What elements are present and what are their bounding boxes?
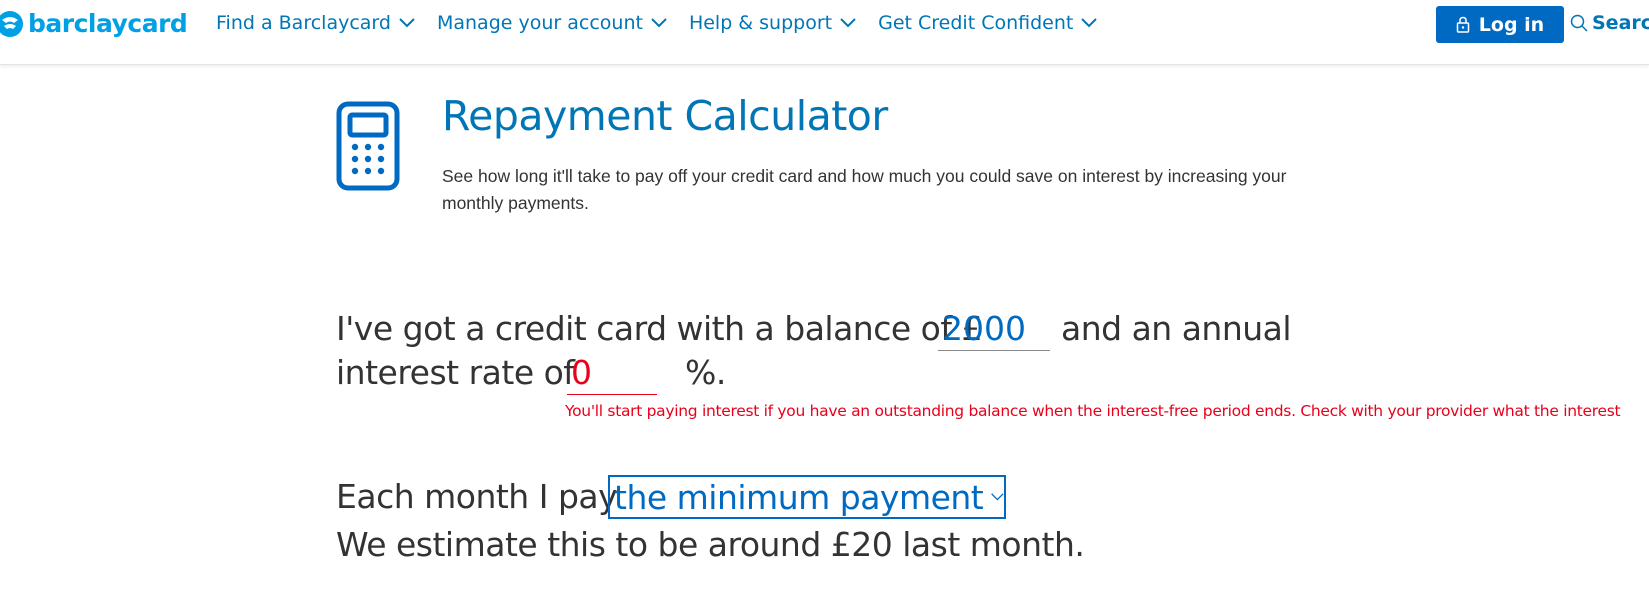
chevron-down-icon — [1081, 18, 1098, 28]
interest-rate-input[interactable] — [567, 351, 657, 395]
barclaycard-logo[interactable]: barclaycard — [0, 9, 188, 39]
lock-icon — [1456, 16, 1470, 33]
search-link[interactable]: Search — [1570, 12, 1649, 34]
nav-label: Help & support — [688, 12, 833, 34]
chevron-down-icon — [651, 18, 667, 28]
balance-input[interactable] — [938, 307, 1050, 351]
sentence-balance-prefix: I've got a credit card with a balance of… — [336, 309, 982, 348]
interest-rate-error: You'll start paying interest if you have… — [565, 402, 1621, 420]
payment-select-value: the minimum payment — [614, 477, 984, 517]
chevron-down-icon — [399, 18, 415, 28]
payment-estimate: We estimate this to be around £20 last m… — [336, 525, 1085, 564]
intro-text: See how long it'll take to pay off your … — [442, 166, 1287, 213]
calculator-icon — [336, 101, 400, 191]
nav-find-a-barclaycard[interactable]: Find a Barclaycard — [216, 12, 415, 34]
sentence-balance-suffix: and an annual — [1061, 309, 1292, 348]
sentence-rate-prefix: interest rate of — [336, 353, 575, 392]
nav-help-and-support[interactable]: Help & support — [689, 12, 856, 34]
login-label: Log in — [1478, 13, 1545, 36]
chevron-down-icon — [840, 18, 856, 28]
site-header: barclaycard Find a Barclaycard Manage yo… — [0, 0, 1649, 65]
nav-label: Manage your account — [436, 12, 643, 34]
nav-label: Find a Barclaycard — [216, 12, 391, 34]
login-button[interactable]: Log in — [1436, 6, 1564, 43]
sentence-rate-suffix: %. — [685, 353, 726, 392]
search-label: Search — [1592, 12, 1649, 34]
nav-get-credit-confident[interactable]: Get Credit Confident — [878, 12, 1098, 34]
search-icon — [1570, 14, 1588, 32]
payment-type-select[interactable]: the minimum payment — [608, 475, 1006, 519]
main-nav: Find a Barclaycard Manage your account H… — [216, 12, 1119, 34]
page-title: Repayment Calculator — [442, 92, 888, 140]
chevron-down-icon — [991, 493, 1004, 501]
barclaycard-logo-icon — [0, 11, 23, 37]
sentence-payment-prefix: Each month I pay — [336, 477, 618, 516]
nav-label: Get Credit Confident — [878, 12, 1074, 34]
logo-text: barclaycard — [28, 9, 188, 38]
nav-manage-your-account[interactable]: Manage your account — [437, 12, 667, 34]
